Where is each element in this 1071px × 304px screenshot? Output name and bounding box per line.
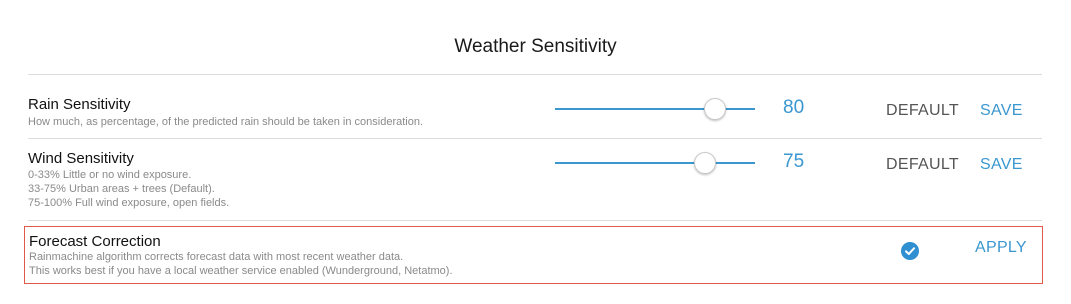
rain-sensitivity-slider[interactable] [555,98,755,120]
wind-description-line: 0-33% Little or no wind exposure. [28,169,192,181]
wind-description-line: 33-75% Urban areas + trees (Default). [28,183,215,195]
wind-sensitivity-value: 75 [783,151,805,172]
rain-sensitivity-row: Rain Sensitivity How much, as percentage… [28,74,1042,138]
page-title: Weather Sensitivity [454,36,617,57]
rain-default-button[interactable]: DEFAULT [886,102,959,120]
forecast-correction-description: Rainmachine algorithm corrects forecast … [29,250,629,278]
rain-sensitivity-value: 80 [783,97,805,118]
slider-track [555,162,755,164]
wind-default-button[interactable]: DEFAULT [886,156,959,174]
wind-sensitivity-row: Wind Sensitivity 0-33% Little or no wind… [28,138,1042,220]
rain-sensitivity-description: How much, as percentage, of the predicte… [28,116,424,128]
wind-divider [28,220,1042,221]
wind-sensitivity-title: Wind Sensitivity [28,150,134,167]
slider-thumb[interactable] [704,98,726,120]
wind-sensitivity-description: 0-33% Little or no wind exposure. 33-75%… [28,168,548,210]
forecast-description-line: This works best if you have a local weat… [29,265,453,277]
forecast-correction-row: Forecast Correction Rainmachine algorith… [24,226,1043,284]
wind-save-button[interactable]: SAVE [980,156,1023,174]
forecast-description-line: Rainmachine algorithm corrects forecast … [29,251,404,263]
slider-thumb[interactable] [694,152,716,174]
wind-description-line: 75-100% Full wind exposure, open fields. [28,197,230,209]
forecast-apply-button[interactable]: APPLY [975,239,1027,257]
rain-sensitivity-title: Rain Sensitivity [28,96,131,113]
wind-sensitivity-slider[interactable] [555,152,755,174]
rain-save-button[interactable]: SAVE [980,102,1023,120]
check-circle-icon[interactable] [901,242,919,260]
forecast-correction-title: Forecast Correction [29,233,161,250]
